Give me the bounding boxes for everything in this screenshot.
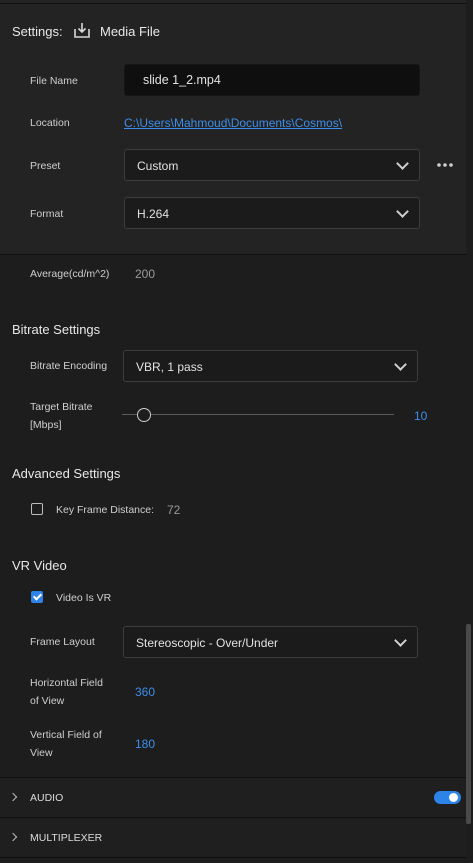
- settings-label: Settings:: [12, 24, 63, 39]
- file-name-input[interactable]: slide 1_2.mp4: [124, 64, 420, 96]
- bitrate-encoding-dropdown[interactable]: VBR, 1 pass: [123, 350, 418, 382]
- more-options-icon[interactable]: [436, 158, 454, 175]
- format-dropdown[interactable]: H.264: [124, 197, 420, 229]
- preset-value: Custom: [137, 159, 179, 173]
- horizontal-fov-label: Horizontal Field: [30, 677, 103, 689]
- vr-video-title: VR Video: [12, 558, 67, 573]
- toggle-knob: [449, 793, 458, 802]
- target-bitrate-value[interactable]: 10: [414, 409, 427, 423]
- bitrate-encoding-label: Bitrate Encoding: [30, 360, 108, 372]
- file-name-label: File Name: [30, 75, 78, 87]
- audio-label: AUDIO: [30, 792, 64, 804]
- vertical-fov-label: Vertical Field of: [30, 729, 102, 741]
- bitrate-encoding-value: VBR, 1 pass: [136, 360, 203, 374]
- frame-layout-value: Stereoscopic - Over/Under: [136, 636, 279, 650]
- video-is-vr-checkbox[interactable]: [31, 591, 43, 603]
- target-bitrate-unit-label: [Mbps]: [30, 419, 62, 431]
- bitrate-settings-title: Bitrate Settings: [12, 322, 101, 337]
- chevron-down-icon: [396, 205, 409, 218]
- horizontal-fov-label-line2: of View: [30, 695, 65, 707]
- bottom-divider: [0, 857, 466, 858]
- format-value: H.264: [137, 207, 170, 221]
- preset-label: Preset: [30, 160, 61, 172]
- multiplexer-section-header[interactable]: MULTIPLEXER: [0, 818, 466, 857]
- key-frame-distance-checkbox[interactable]: [31, 503, 43, 515]
- download-icon: [73, 22, 91, 42]
- vertical-fov-label-line2: View: [30, 747, 53, 759]
- media-file-label: Media File: [100, 24, 160, 39]
- horizontal-fov-value[interactable]: 360: [135, 685, 155, 699]
- advanced-settings-title: Advanced Settings: [12, 466, 121, 481]
- average-value: 200: [135, 267, 156, 281]
- target-bitrate-label: Target Bitrate: [30, 401, 93, 413]
- key-frame-distance-value[interactable]: 72: [167, 503, 180, 517]
- multiplexer-label: MULTIPLEXER: [30, 832, 103, 844]
- location-label: Location: [30, 117, 70, 129]
- preset-dropdown[interactable]: Custom: [124, 149, 420, 181]
- chevron-down-icon: [394, 634, 407, 647]
- audio-section-header[interactable]: AUDIO: [0, 778, 466, 817]
- frame-layout-label: Frame Layout: [30, 636, 95, 648]
- location-link[interactable]: C:\Users\Mahmoud\Documents\Cosmos\: [124, 116, 342, 130]
- format-label: Format: [30, 208, 64, 220]
- scrollbar-thumb[interactable]: [466, 624, 471, 824]
- vertical-fov-value[interactable]: 180: [135, 737, 155, 751]
- chevron-right-icon: [8, 792, 18, 802]
- section-divider: [0, 254, 466, 255]
- average-label: Average(cd/m^2): [30, 268, 110, 280]
- chevron-right-icon: [8, 832, 18, 842]
- chevron-down-icon: [394, 358, 407, 371]
- frame-layout-dropdown[interactable]: Stereoscopic - Over/Under: [123, 626, 418, 658]
- target-bitrate-slider-track[interactable]: [122, 414, 394, 415]
- target-bitrate-slider-thumb[interactable]: [137, 408, 151, 422]
- video-is-vr-label: Video Is VR: [56, 592, 112, 604]
- audio-toggle[interactable]: [434, 791, 461, 804]
- file-name-value: slide 1_2.mp4: [143, 73, 221, 87]
- chevron-down-icon: [396, 157, 409, 170]
- top-divider: [0, 3, 466, 4]
- key-frame-distance-label: Key Frame Distance:: [56, 504, 155, 516]
